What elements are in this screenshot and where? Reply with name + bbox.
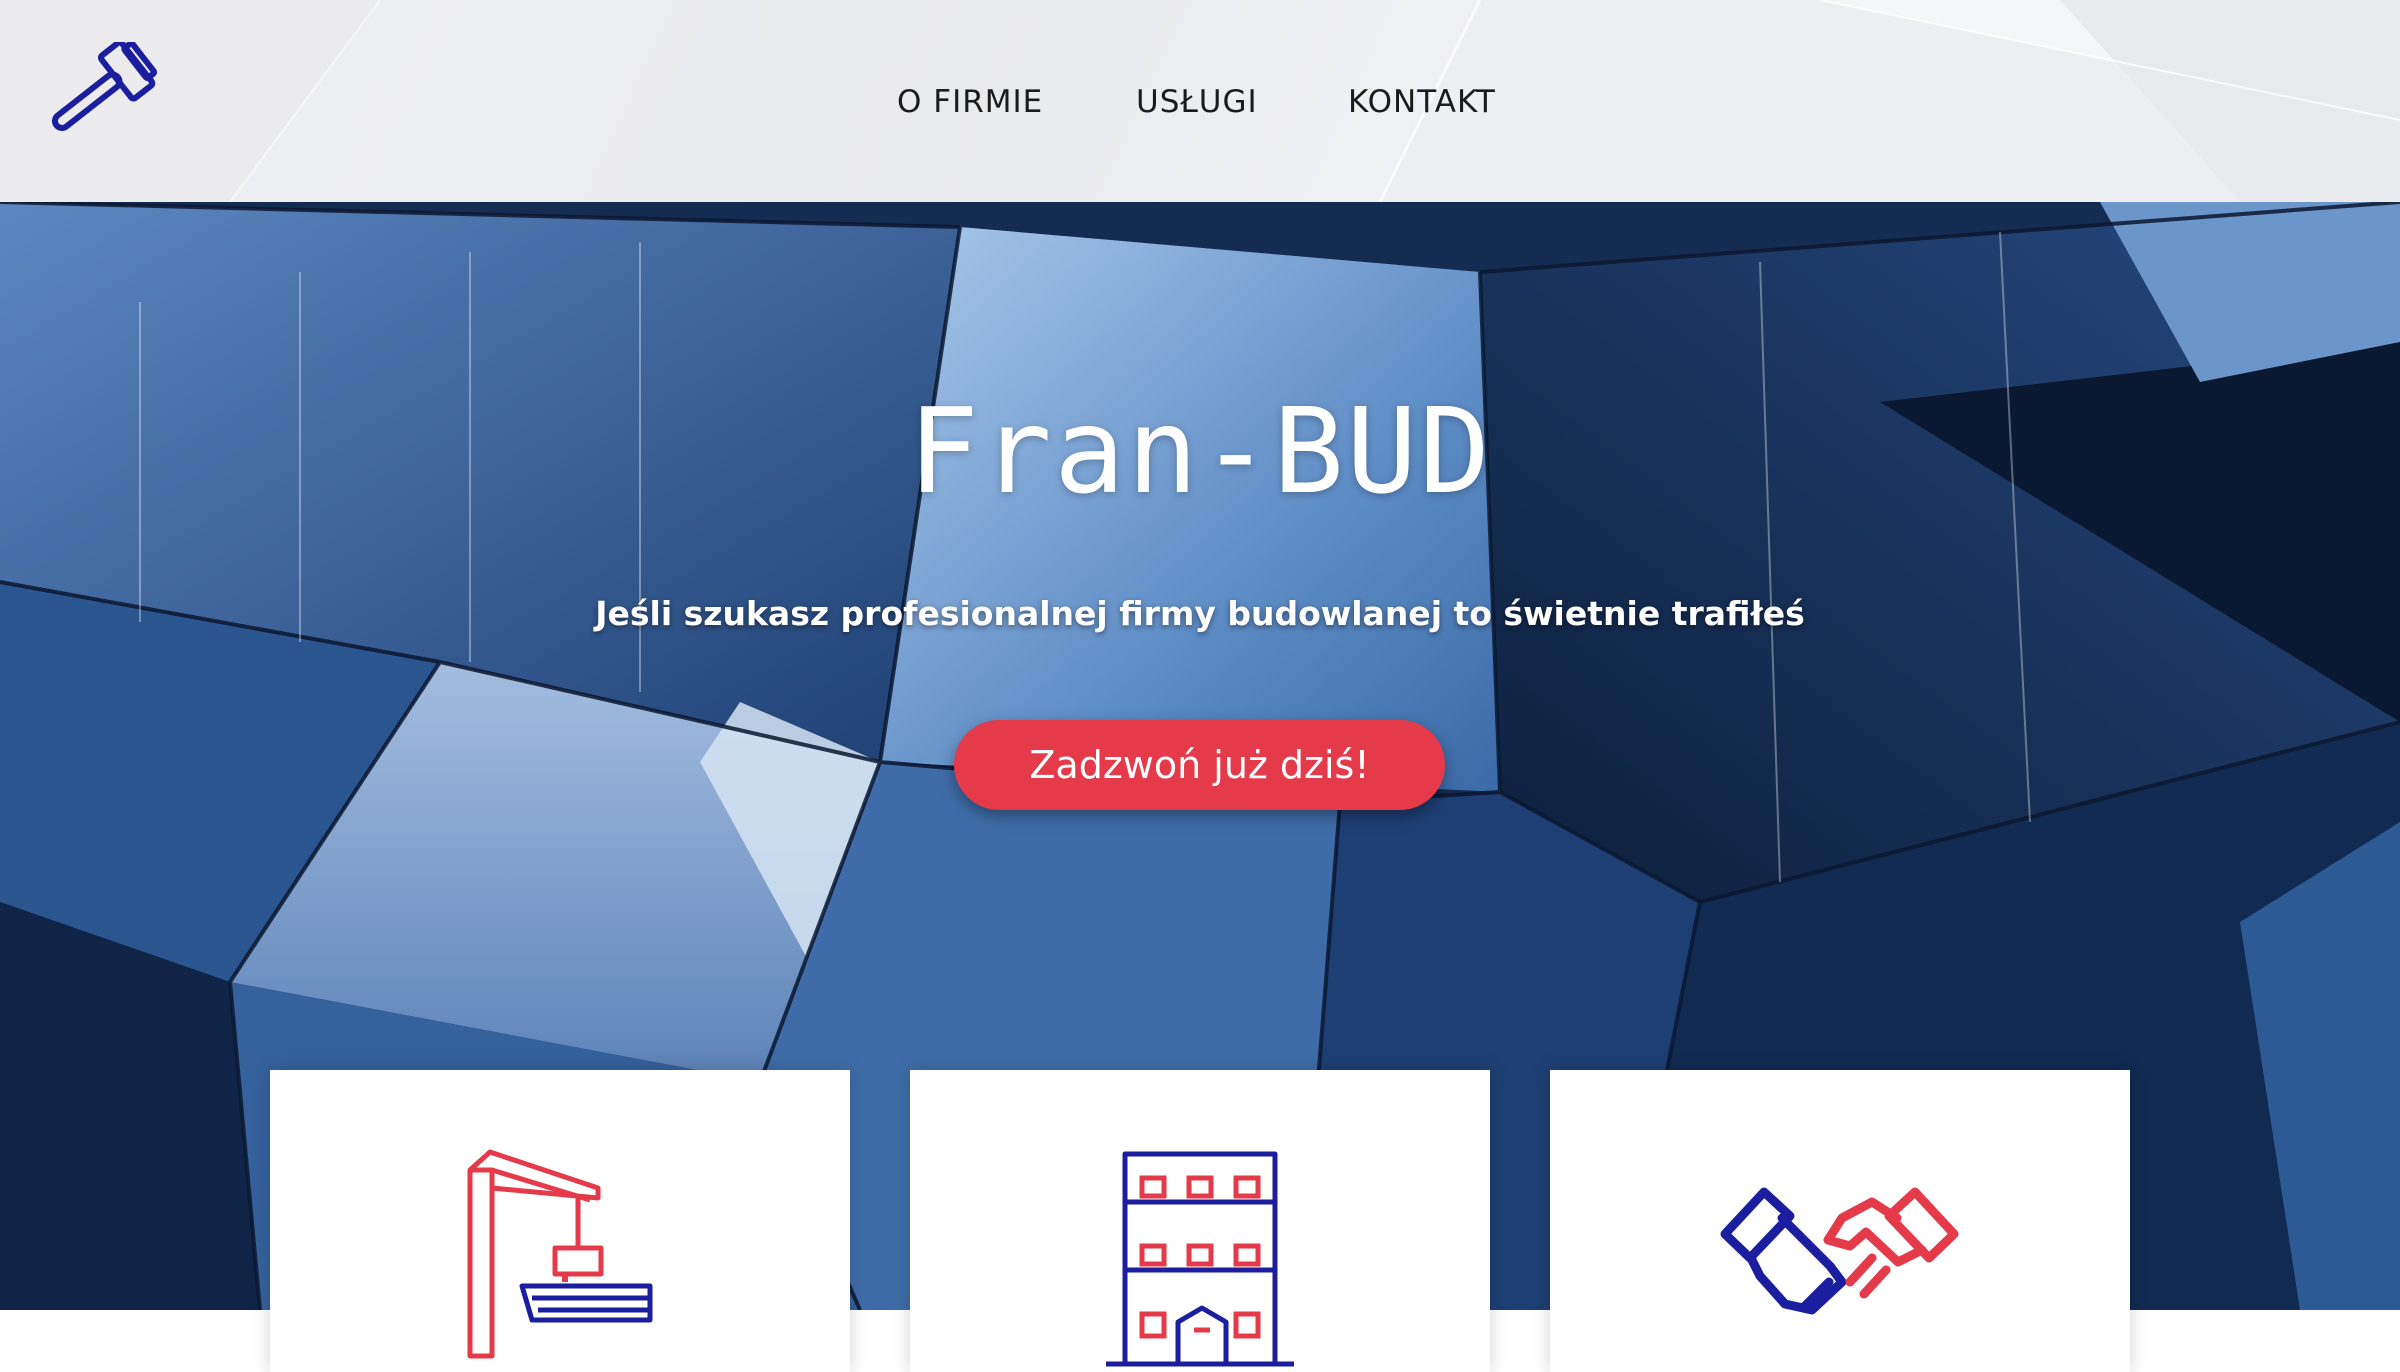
feature-card-crane <box>270 1070 850 1372</box>
feature-card-handshake <box>1550 1070 2130 1372</box>
main-nav: O FIRMIE USŁUGI KONTAKT <box>0 0 2400 202</box>
feature-card-building <box>910 1070 1490 1372</box>
call-now-button[interactable]: Zadzwoń już dziś! <box>954 720 1445 810</box>
crane-icon <box>467 1149 653 1359</box>
nav-link-o-firmie[interactable]: O FIRMIE <box>897 82 1043 122</box>
nav-link-uslugi[interactable]: USŁUGI <box>1136 82 1258 122</box>
building-icon <box>1106 1151 1294 1367</box>
hero-subtitle: Jeśli szukasz profesionalnej firmy budow… <box>595 594 1805 633</box>
hero-title: Fran-BUD <box>907 382 1493 520</box>
nav-link-kontakt[interactable]: KONTAKT <box>1348 82 1496 122</box>
handshake-icon <box>1720 1187 1959 1315</box>
site-header: O FIRMIE USŁUGI KONTAKT <box>0 0 2400 202</box>
